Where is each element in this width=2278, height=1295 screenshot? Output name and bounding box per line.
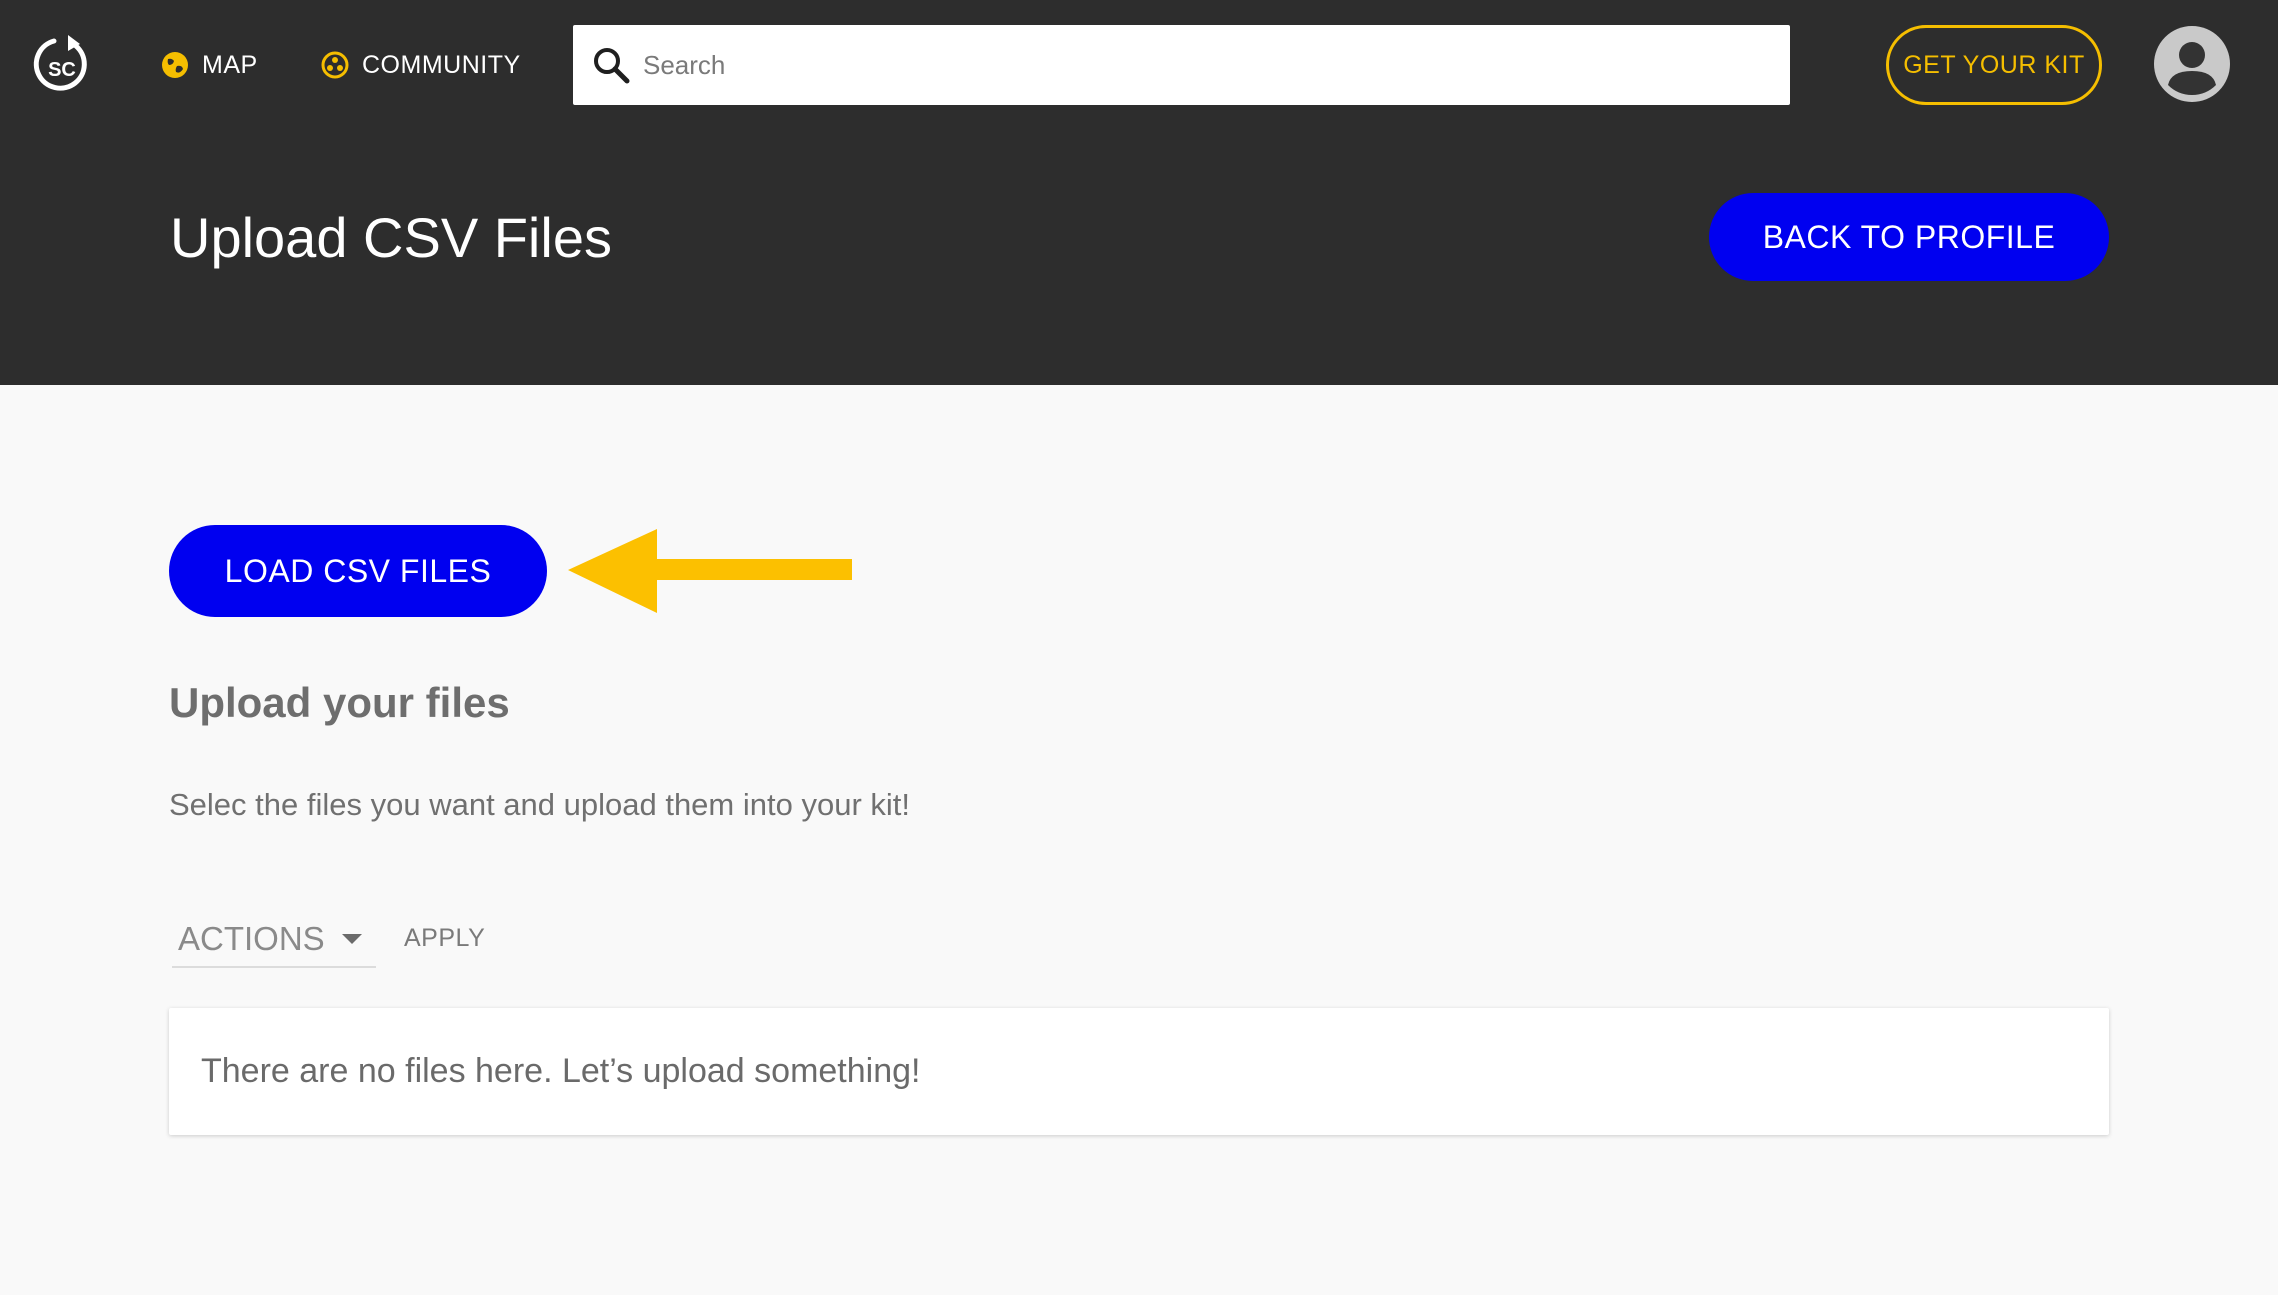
actions-dropdown[interactable]: ACTIONS bbox=[172, 912, 376, 968]
page-title: Upload CSV Files bbox=[170, 206, 612, 269]
get-your-kit-button[interactable]: GET YOUR KIT bbox=[1886, 25, 2102, 105]
nav-community[interactable]: COMMUNITY bbox=[320, 46, 521, 84]
search-bar[interactable] bbox=[573, 25, 1790, 105]
globe-icon bbox=[162, 52, 188, 78]
nav-map-label: MAP bbox=[202, 50, 258, 79]
nav-map[interactable]: MAP bbox=[160, 46, 258, 84]
back-to-profile-button[interactable]: BACK TO PROFILE bbox=[1709, 193, 2109, 281]
nav-community-label: COMMUNITY bbox=[362, 50, 521, 79]
search-icon bbox=[594, 48, 630, 84]
empty-state-message: There are no files here. Let’s upload so… bbox=[201, 1052, 921, 1090]
files-list-card: There are no files here. Let’s upload so… bbox=[169, 1008, 2109, 1135]
load-csv-files-button[interactable]: LOAD CSV FILES bbox=[169, 525, 547, 617]
community-icon bbox=[321, 51, 349, 79]
user-avatar-icon[interactable] bbox=[2153, 25, 2231, 103]
svg-text:SC: SC bbox=[48, 59, 76, 81]
actions-dropdown-value: ACTIONS bbox=[178, 920, 325, 957]
section-description: Selec the files you want and upload them… bbox=[169, 787, 910, 822]
arrow-left-icon bbox=[568, 529, 852, 613]
top-header: SC MAP COMMUNITY GET YOUR KIT Upload CSV… bbox=[0, 0, 2278, 385]
chevron-down-icon bbox=[342, 934, 362, 944]
search-input[interactable] bbox=[643, 25, 1773, 105]
section-title: Upload your files bbox=[169, 679, 510, 726]
smartcitizen-logo-icon[interactable]: SC bbox=[32, 32, 92, 96]
apply-button[interactable]: APPLY bbox=[404, 918, 485, 958]
